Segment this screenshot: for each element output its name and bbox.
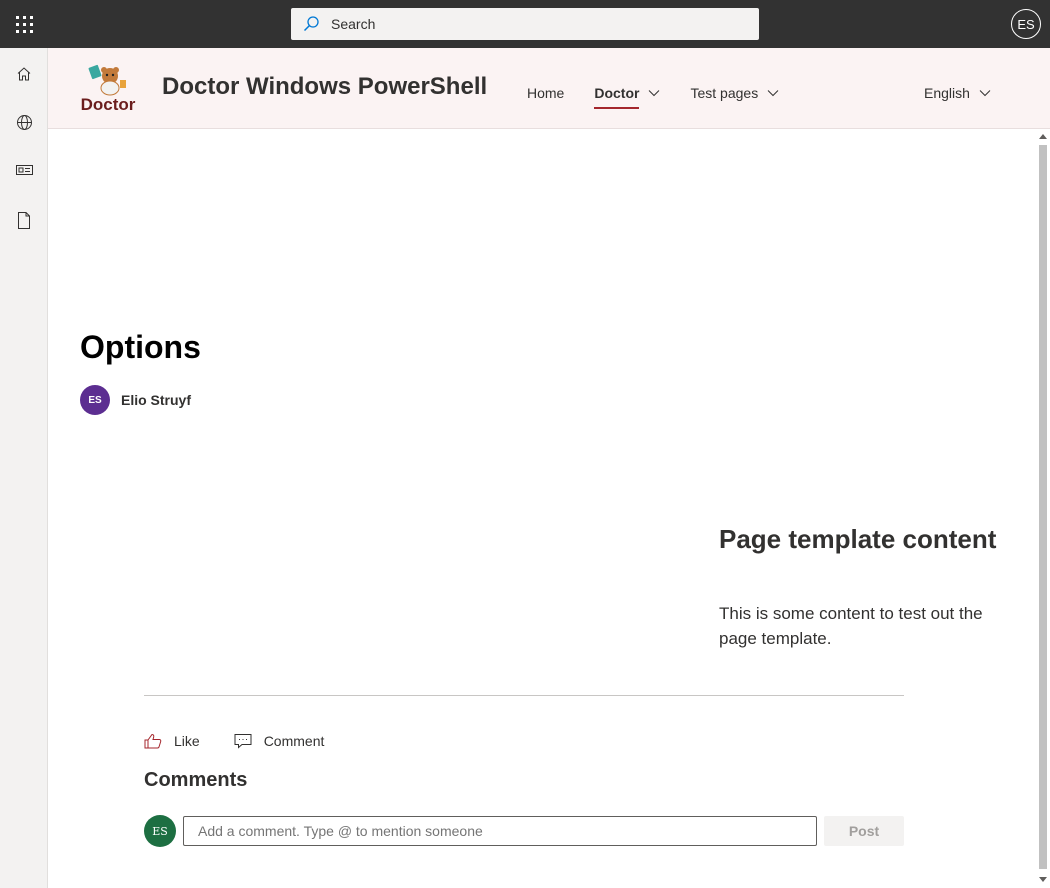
template-heading: Page template content xyxy=(719,524,997,554)
divider xyxy=(144,695,904,696)
scroll-down-arrow-icon[interactable] xyxy=(1039,877,1047,882)
comment-label: Comment xyxy=(263,733,325,749)
top-navigation: Home Doctor Test pages xyxy=(527,79,809,109)
waffle-icon xyxy=(15,15,33,33)
language-label: English xyxy=(924,85,970,101)
chevron-down-icon xyxy=(648,89,660,97)
page-content: Options ES Elio Struyf Page template con… xyxy=(48,129,1035,888)
site-title[interactable]: Doctor Windows PowerShell xyxy=(162,73,487,101)
comments-heading: Comments xyxy=(144,769,248,791)
search-box[interactable]: Search xyxy=(291,8,759,40)
globe-icon xyxy=(16,114,32,130)
like-icon xyxy=(144,733,162,749)
page-author[interactable]: ES Elio Struyf xyxy=(80,385,191,415)
sites-button[interactable] xyxy=(0,98,48,146)
nav-item-home[interactable]: Home xyxy=(527,79,564,107)
files-button[interactable] xyxy=(0,196,48,244)
scrollbar-thumb[interactable] xyxy=(1039,145,1047,869)
comment-button[interactable]: Comment xyxy=(234,729,325,753)
nav-item-label: Doctor xyxy=(594,85,640,101)
template-text: This is some content to test out the pag… xyxy=(719,604,983,648)
social-actions: Like Comment xyxy=(144,729,358,753)
scroll-up-arrow-icon[interactable] xyxy=(1039,134,1047,139)
search-icon xyxy=(291,15,331,33)
like-button[interactable]: Like xyxy=(144,729,200,753)
chevron-down-icon xyxy=(979,89,991,97)
language-selector[interactable]: English xyxy=(924,79,991,107)
nav-item-test-pages[interactable]: Test pages xyxy=(690,79,779,107)
page-title: Options xyxy=(80,329,201,365)
app-launcher-button[interactable] xyxy=(0,0,48,48)
nav-item-doctor[interactable]: Doctor xyxy=(594,79,660,109)
logo-text: Doctor xyxy=(81,95,136,112)
news-button[interactable] xyxy=(0,146,48,194)
commenter-avatar: ES xyxy=(144,815,176,847)
news-icon xyxy=(15,165,33,175)
nav-item-label: Home xyxy=(527,85,565,101)
vertical-scrollbar[interactable] xyxy=(1035,129,1050,888)
comment-input[interactable] xyxy=(183,816,817,846)
search-placeholder: Search xyxy=(331,16,376,32)
like-label: Like xyxy=(174,733,200,749)
account-avatar[interactable]: ES xyxy=(1011,9,1041,39)
site-logo[interactable]: Doctor xyxy=(80,64,140,114)
post-button[interactable]: Post xyxy=(824,816,904,846)
comment-composer: ES Post xyxy=(144,815,904,847)
author-name: Elio Struyf xyxy=(121,392,192,408)
suite-bar: Search ES xyxy=(0,0,1050,48)
app-bar xyxy=(0,48,48,888)
chevron-down-icon xyxy=(767,89,779,97)
home-icon xyxy=(17,67,31,81)
site-header: Doctor Doctor Windows PowerShell Home Do… xyxy=(48,48,1050,129)
author-avatar: ES xyxy=(80,385,110,415)
comment-icon xyxy=(234,733,252,749)
nav-item-label: Test pages xyxy=(690,85,759,101)
home-button[interactable] xyxy=(0,50,48,98)
document-icon xyxy=(18,211,30,229)
